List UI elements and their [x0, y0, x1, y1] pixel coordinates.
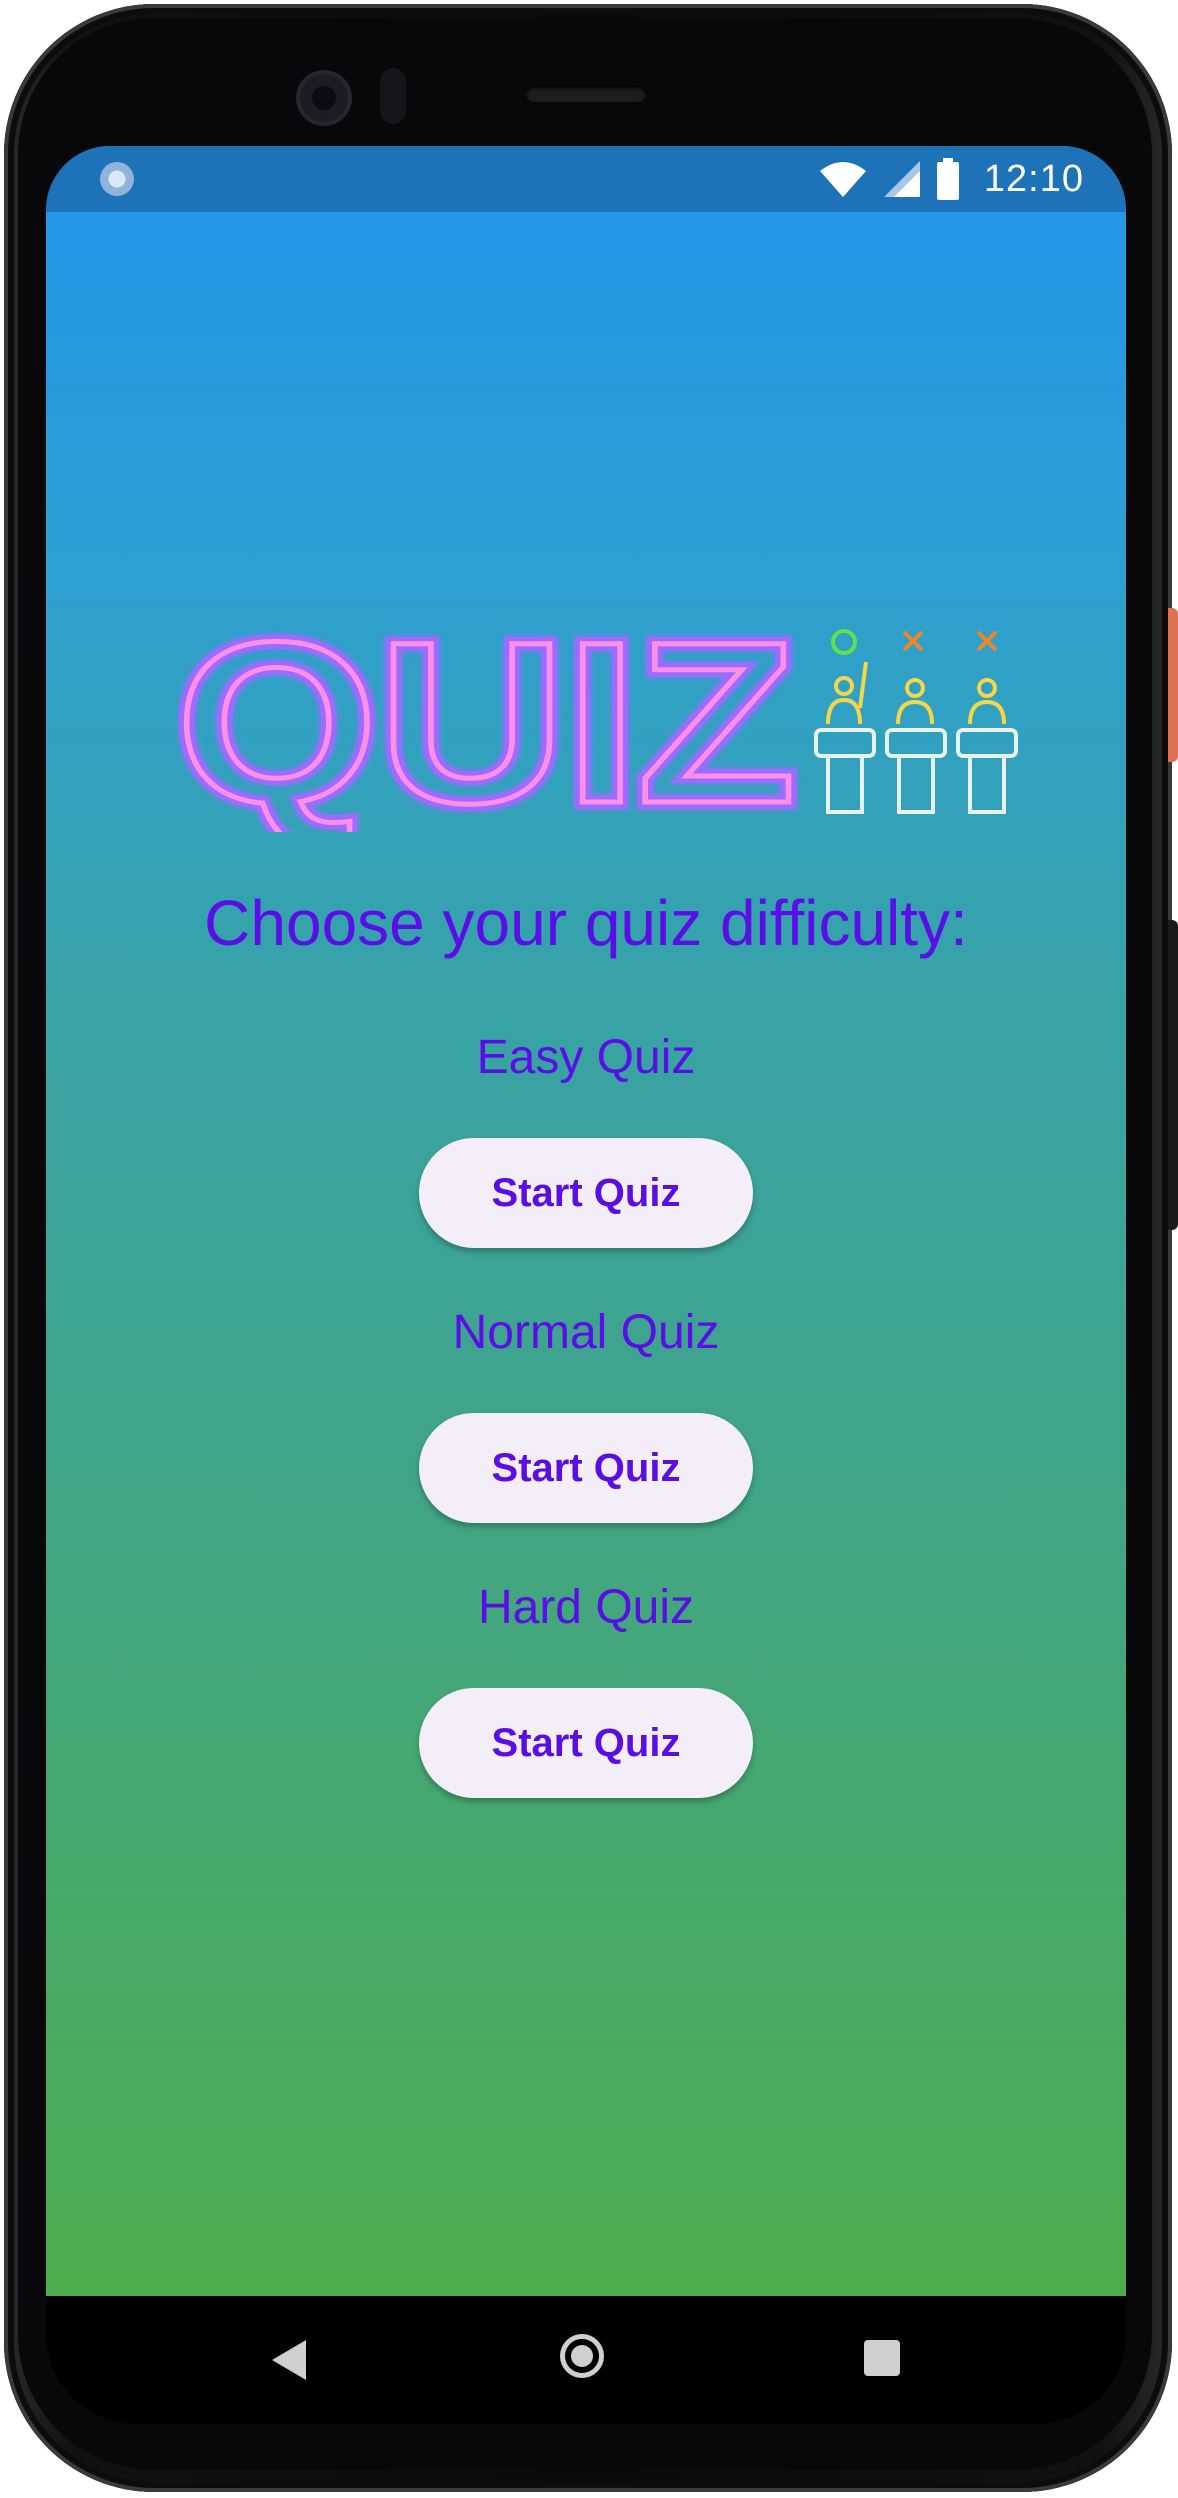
contestants-illustration	[814, 629, 1018, 814]
navigation-bar	[46, 2296, 1126, 2424]
app-screen: 12:10 QUIZ QUIZ Choose your quiz difficu…	[46, 146, 1126, 2296]
status-icons: 12:10	[818, 154, 1084, 204]
start-easy-quiz-button[interactable]: Start Quiz	[419, 1138, 753, 1248]
start-hard-quiz-button[interactable]: Start Quiz	[419, 1688, 753, 1798]
notification-icon	[100, 162, 134, 196]
home-icon[interactable]	[560, 2334, 604, 2378]
wifi-icon	[819, 162, 866, 197]
quiz-logo: QUIZ QUIZ	[176, 622, 1018, 832]
volume-button	[1168, 920, 1178, 1230]
quiz-logo-text-inner: QUIZ	[176, 622, 796, 832]
battery-icon	[936, 158, 959, 200]
recents-icon[interactable]	[864, 2340, 900, 2376]
earpiece-speaker	[526, 86, 646, 102]
status-bar: 12:10	[46, 146, 1126, 212]
easy-quiz-label: Easy Quiz	[476, 1031, 696, 1084]
power-button	[1168, 608, 1178, 762]
phone-frame: 12:10 QUIZ QUIZ Choose your quiz difficu…	[0, 0, 1178, 2498]
normal-quiz-label: Normal Quiz	[452, 1306, 720, 1359]
proximity-sensor	[380, 68, 406, 124]
cellular-signal-icon	[883, 161, 920, 197]
back-icon[interactable]	[272, 2340, 306, 2380]
page-title: Choose your quiz difficulty:	[204, 887, 968, 959]
start-normal-quiz-button[interactable]: Start Quiz	[419, 1413, 753, 1523]
front-camera	[296, 70, 352, 126]
hard-quiz-label: Hard Quiz	[477, 1581, 695, 1634]
clock: 12:10	[983, 157, 1084, 200]
